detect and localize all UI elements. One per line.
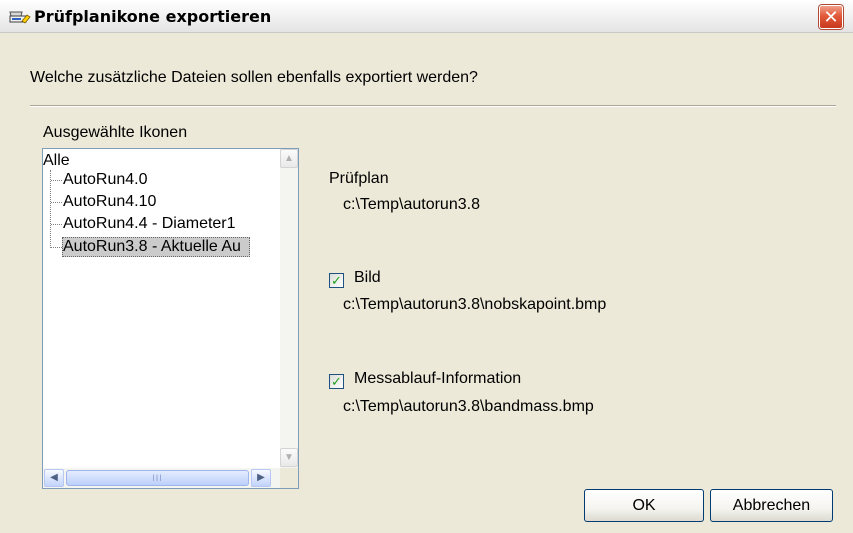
tree-connector (51, 180, 62, 181)
ok-button[interactable]: OK (584, 489, 704, 522)
tree-content: Alle AutoRun4.0 AutoRun4.10 AutoRun4.4 -… (43, 149, 280, 468)
arrow-left-icon: ◀ (50, 472, 58, 483)
tree-item[interactable]: AutoRun4.10 (63, 192, 164, 212)
dialog-body: Welche zusätzliche Dateien sollen ebenfa… (0, 33, 853, 533)
horizontal-scroll-thumb[interactable]: III (66, 470, 249, 486)
messablauf-path: c:\Temp\autorun3.8\bandmass.bmp (343, 398, 594, 415)
tree-item[interactable]: AutoRun4.4 - Diameter1 (63, 214, 244, 234)
scroll-left-button[interactable]: ◀ (44, 469, 64, 487)
tree-connector (51, 202, 62, 203)
tree-item-selected[interactable]: AutoRun3.8 - Aktuelle Au (62, 237, 250, 257)
arrow-up-icon: ▲ (284, 152, 294, 164)
close-icon: ✕ (823, 7, 839, 27)
checkmark-icon: ✓ (331, 374, 342, 389)
tree-connector (51, 247, 62, 248)
checkmark-icon: ✓ (331, 273, 342, 288)
tree-item[interactable]: AutoRun4.0 (63, 170, 156, 190)
horizontal-scrollbar[interactable]: ◀ III ▶ (43, 468, 280, 488)
bild-checkbox[interactable]: ✓ (329, 273, 344, 288)
scroll-down-button[interactable]: ▼ (280, 448, 298, 467)
tree-root-alle[interactable]: Alle (43, 152, 70, 170)
tree-connector (51, 224, 62, 225)
scroll-up-button[interactable]: ▲ (280, 149, 298, 168)
messablauf-label[interactable]: Messablauf-Information (354, 370, 521, 388)
window-title: Prüfplanikone exportieren (34, 7, 272, 26)
bild-path: c:\Temp\autorun3.8\nobskapoint.bmp (343, 296, 607, 313)
separator (30, 105, 836, 107)
arrow-down-icon: ▼ (284, 451, 294, 463)
arrow-right-icon: ▶ (257, 472, 265, 483)
scroll-corner (280, 468, 298, 488)
scroll-right-button[interactable]: ▶ (251, 469, 271, 487)
pruefplan-label: Prüfplan (329, 170, 389, 187)
title-bar[interactable]: Prüfplanikone exportieren ✕ (0, 0, 853, 33)
pruefplan-path: c:\Temp\autorun3.8 (343, 196, 480, 213)
messablauf-checkbox[interactable]: ✓ (329, 374, 344, 389)
inspection-plan-icon (9, 11, 31, 24)
tree-connector-line (50, 170, 51, 248)
tree-label: Ausgewählte Ikonen (43, 124, 188, 141)
question-text: Welche zusätzliche Dateien sollen ebenfa… (30, 69, 478, 86)
icon-tree[interactable]: Alle AutoRun4.0 AutoRun4.10 AutoRun4.4 -… (42, 148, 299, 489)
vertical-scrollbar[interactable]: ▲ ▼ (280, 149, 298, 468)
bild-label[interactable]: Bild (354, 269, 381, 287)
close-button[interactable]: ✕ (819, 5, 843, 29)
scroll-grip-icon: III (152, 473, 163, 483)
cancel-button[interactable]: Abbrechen (710, 489, 833, 522)
